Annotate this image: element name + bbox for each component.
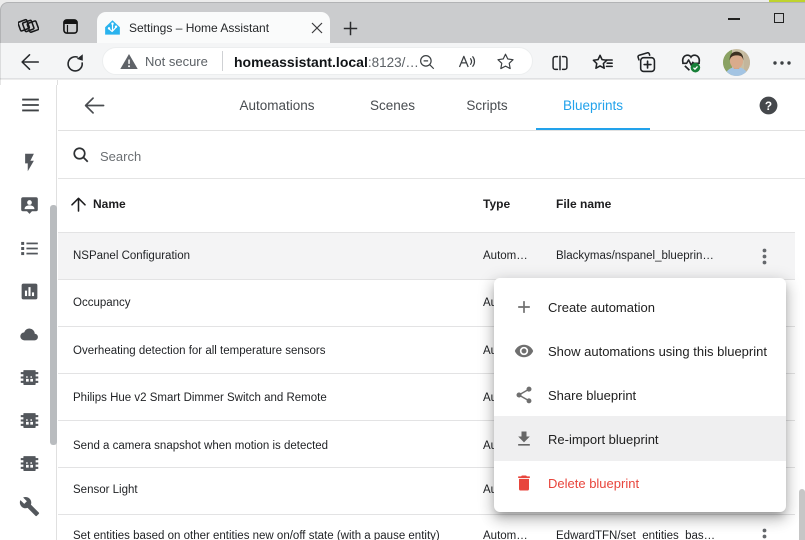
svg-text:?: ? bbox=[765, 98, 772, 112]
